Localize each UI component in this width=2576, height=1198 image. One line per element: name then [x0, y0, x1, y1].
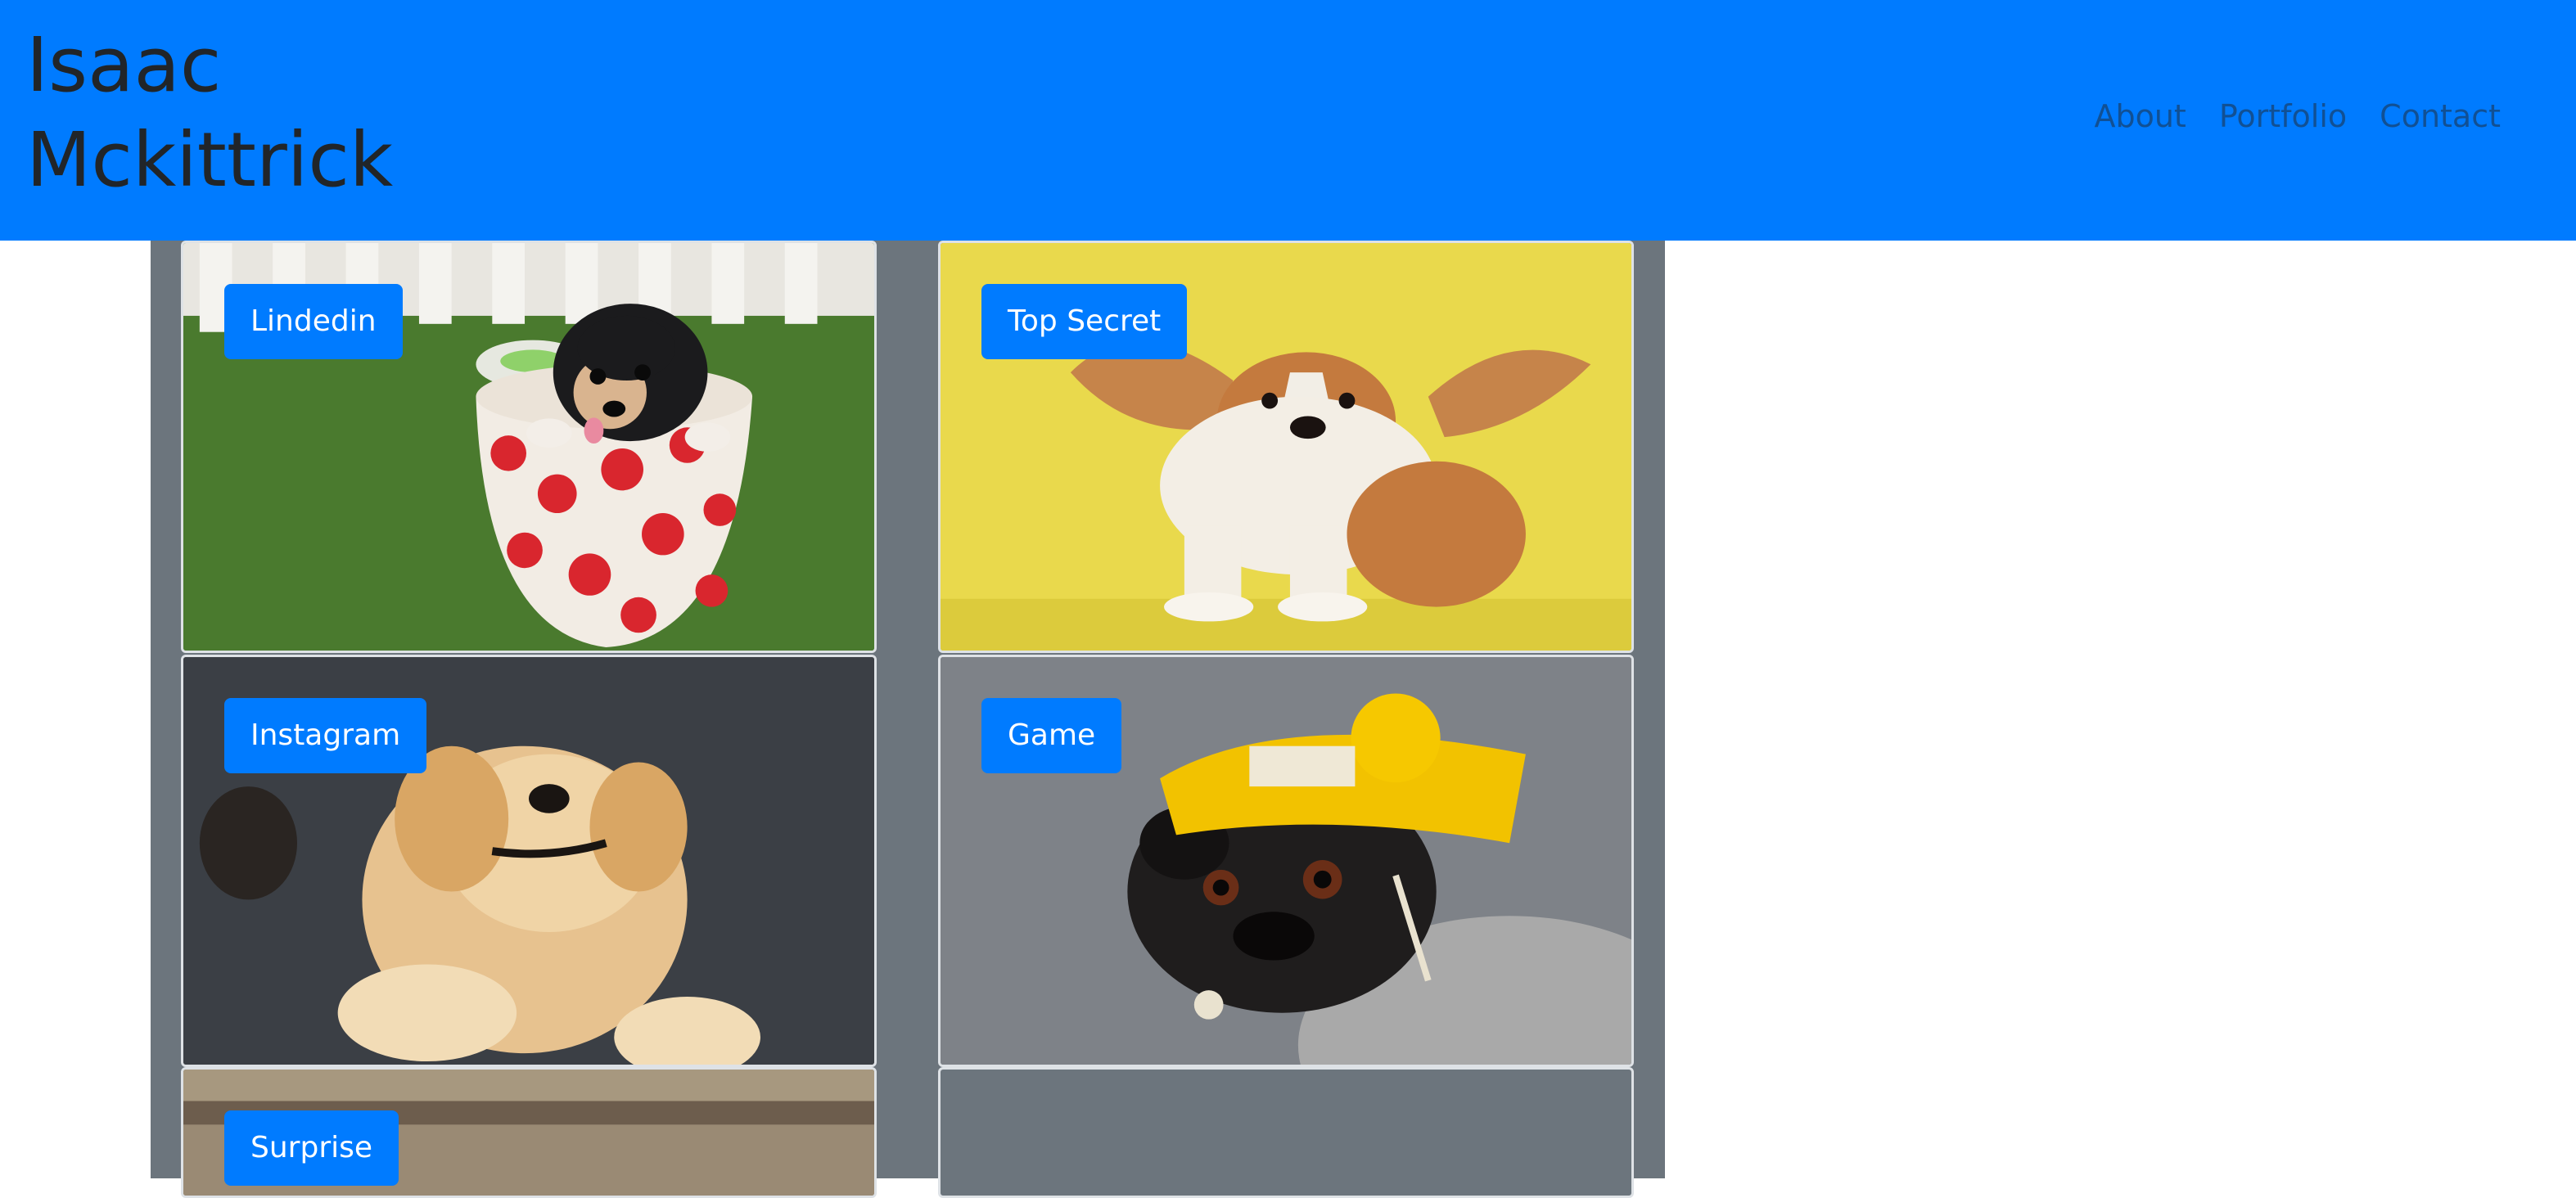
portfolio-card-game[interactable]: Game [938, 655, 1634, 1067]
top-secret-button[interactable]: Top Secret [981, 284, 1188, 359]
nav-contact-link[interactable]: Contact [2380, 98, 2501, 134]
portfolio-card-top-secret[interactable]: Top Secret [938, 241, 1634, 653]
game-button[interactable]: Game [981, 698, 1122, 773]
surprise-button[interactable]: Surprise [224, 1110, 399, 1186]
portfolio-card-linkedin[interactable]: Lindedin [181, 241, 877, 653]
portfolio-card-surprise[interactable]: Surprise [181, 1067, 877, 1198]
empty-card [938, 1067, 1634, 1198]
brand-line-2: Mckittrick [26, 116, 394, 204]
linkedin-button[interactable]: Lindedin [224, 284, 403, 359]
nav-about-link[interactable]: About [2094, 98, 2186, 134]
nav-links: About Portfolio Contact [2094, 98, 2501, 134]
brand-title[interactable]: Isaac Mckittrick [26, 18, 452, 208]
instagram-button[interactable]: Instagram [224, 698, 427, 773]
portfolio-card-instagram[interactable]: Instagram [181, 655, 877, 1067]
nav-portfolio-link[interactable]: Portfolio [2219, 98, 2347, 134]
brand-line-1: Isaac [26, 21, 222, 109]
navbar: Isaac Mckittrick About Portfolio Contact [0, 0, 2576, 241]
